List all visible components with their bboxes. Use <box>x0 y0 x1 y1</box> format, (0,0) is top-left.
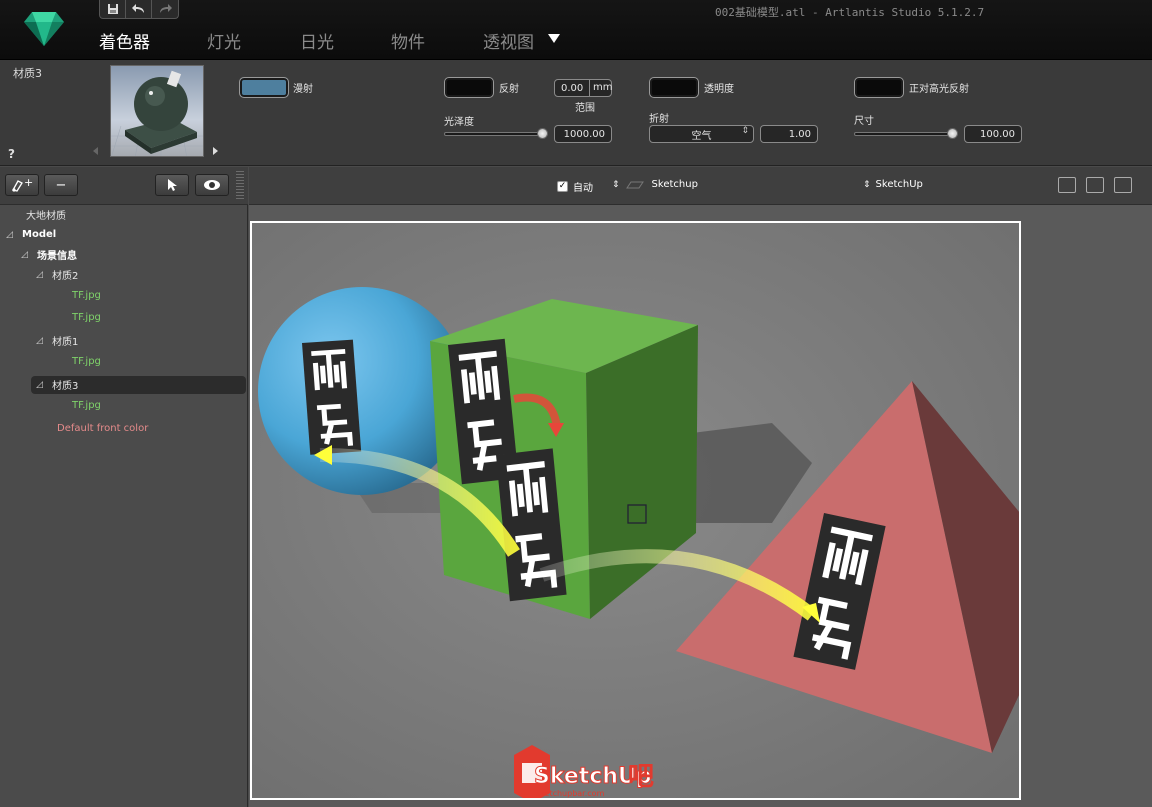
tab-lights[interactable]: 灯光 <box>207 28 241 53</box>
specular-label: 正对高光反射 <box>909 84 969 95</box>
sketchup-camera-label: SketchUp <box>875 179 923 190</box>
svg-text:+: + <box>24 177 33 189</box>
help-icon[interactable]: ? <box>8 147 15 161</box>
transparency-label: 透明度 <box>704 84 734 95</box>
sketchup-layer-select[interactable]: ⇕ Sketchup <box>612 179 698 190</box>
refraction-value[interactable]: 1.00 <box>760 125 818 143</box>
watermark-suffix: 吧 <box>628 762 654 792</box>
window-title: 002基础模型.atl - Artlantis Studio 5.1.2.7 <box>715 6 985 19</box>
tab-dropdown-icon[interactable] <box>548 34 560 43</box>
shader-properties-panel: 材质3 ? 漫射 反射 0.00 mm 范围 光泽度 1000.00 透明度 折… <box>0 60 1152 166</box>
tab-sun[interactable]: 日光 <box>300 28 334 53</box>
tree-item-material-1[interactable]: ◿ 材质1 <box>36 332 78 349</box>
tree-item-material-2[interactable]: ◿ 材质2 <box>36 266 78 283</box>
tree-item-texture[interactable]: TF.jpg <box>72 309 101 326</box>
eye-icon[interactable] <box>195 174 229 196</box>
next-preview-icon[interactable] <box>213 147 218 155</box>
tree-item-ground-material[interactable]: 大地材质 <box>26 206 66 223</box>
expand-arrow-icon[interactable]: ◿ <box>21 250 29 260</box>
previous-preview-icon[interactable] <box>93 147 98 155</box>
render-preview[interactable]: SketchUp 吧 sketchupbar.com <box>250 221 1021 800</box>
select-arrows-icon: ⇕ <box>863 179 871 190</box>
tab-perspectives[interactable]: 透视图 <box>483 28 534 53</box>
reflection-label: 反射 <box>499 84 519 95</box>
view-layout-icon[interactable] <box>1058 177 1076 193</box>
select-arrows-icon: ⇕ <box>612 179 620 190</box>
tree-item-texture[interactable]: TF.jpg <box>72 397 101 414</box>
size-label: 尺寸 <box>854 116 874 127</box>
size-value[interactable]: 100.00 <box>964 125 1022 143</box>
view-fullscreen-icon[interactable] <box>1114 177 1132 193</box>
range-value: 0.00 <box>561 82 584 94</box>
undo-icon[interactable] <box>126 0 152 18</box>
gloss-value[interactable]: 1000.00 <box>554 125 612 143</box>
range-unit: mm <box>589 79 612 97</box>
range-input[interactable]: 0.00 mm <box>554 79 612 97</box>
refraction-medium-value: 空气 <box>691 130 712 142</box>
save-icon[interactable] <box>100 0 126 18</box>
specular-color-swatch[interactable] <box>854 77 904 98</box>
remove-shader-button[interactable]: − <box>44 174 78 196</box>
material-preview[interactable] <box>110 65 204 157</box>
select-arrows-icon: ⇕ <box>741 126 749 136</box>
checkbox-check-icon[interactable]: ✓ <box>557 181 568 192</box>
sketchup-layer-label: Sketchup <box>651 179 698 190</box>
redo-icon[interactable] <box>152 0 178 18</box>
refraction-medium-select[interactable]: 空气 ⇕ <box>649 125 754 143</box>
tree-item-material-3[interactable]: ◿ 材质3 <box>36 376 78 393</box>
gloss-slider-knob[interactable] <box>537 128 548 139</box>
watermark-url: sketchupbar.com <box>536 789 605 798</box>
transparency-color-swatch[interactable] <box>649 77 699 98</box>
add-shader-button[interactable]: + <box>5 174 39 196</box>
diffuse-label: 漫射 <box>293 84 313 95</box>
auto-checkbox[interactable]: ✓ 自动 <box>557 179 593 194</box>
tree-item-model[interactable]: ◿ Model <box>6 226 56 243</box>
sketchup-camera-select[interactable]: ⇕ SketchUp <box>863 179 923 190</box>
pick-tool-button[interactable] <box>155 174 189 196</box>
range-label: 范围 <box>575 103 595 114</box>
material-name: 材质3 <box>13 67 42 80</box>
quick-access-toolbar <box>99 0 179 19</box>
tree-toolbar: + − <box>0 167 248 205</box>
viewport-toolbar: ✓ 自动 ⇕ Sketchup ⇕ SketchUp <box>249 167 1152 205</box>
gloss-slider[interactable] <box>444 128 548 140</box>
top-bar: 002基础模型.atl - Artlantis Studio 5.1.2.7 着… <box>0 0 1152 60</box>
tab-objects[interactable]: 物件 <box>391 28 425 53</box>
material-tree-panel: + − 大地材质 ◿ Model ◿ 场景信息 ◿ 材质2 TF.jpg TF.jpg… <box>0 167 248 807</box>
tab-shaders[interactable]: 着色器 <box>99 28 150 53</box>
tree-item-scene-info[interactable]: ◿ 场景信息 <box>21 246 77 263</box>
expand-arrow-icon[interactable]: ◿ <box>6 230 14 240</box>
refraction-label: 折射 <box>649 114 669 125</box>
panel-grip-handle[interactable] <box>236 171 244 201</box>
artlantis-logo-icon <box>24 12 64 46</box>
view-center-icon[interactable] <box>1086 177 1104 193</box>
expand-arrow-icon[interactable]: ◿ <box>36 336 44 346</box>
auto-label: 自动 <box>573 183 593 194</box>
tree-item-texture[interactable]: TF.jpg <box>72 353 101 370</box>
expand-arrow-icon[interactable]: ◿ <box>36 380 44 390</box>
reflection-color-swatch[interactable] <box>444 77 494 98</box>
plane-icon <box>625 181 644 188</box>
size-slider[interactable] <box>854 128 958 140</box>
diffuse-color-swatch[interactable] <box>239 77 289 98</box>
size-slider-knob[interactable] <box>947 128 958 139</box>
tree-item-default-front-color[interactable]: Default front color <box>57 420 148 437</box>
gloss-label: 光泽度 <box>444 117 474 128</box>
expand-arrow-icon[interactable]: ◿ <box>36 270 44 280</box>
tree-item-texture[interactable]: TF.jpg <box>72 287 101 304</box>
